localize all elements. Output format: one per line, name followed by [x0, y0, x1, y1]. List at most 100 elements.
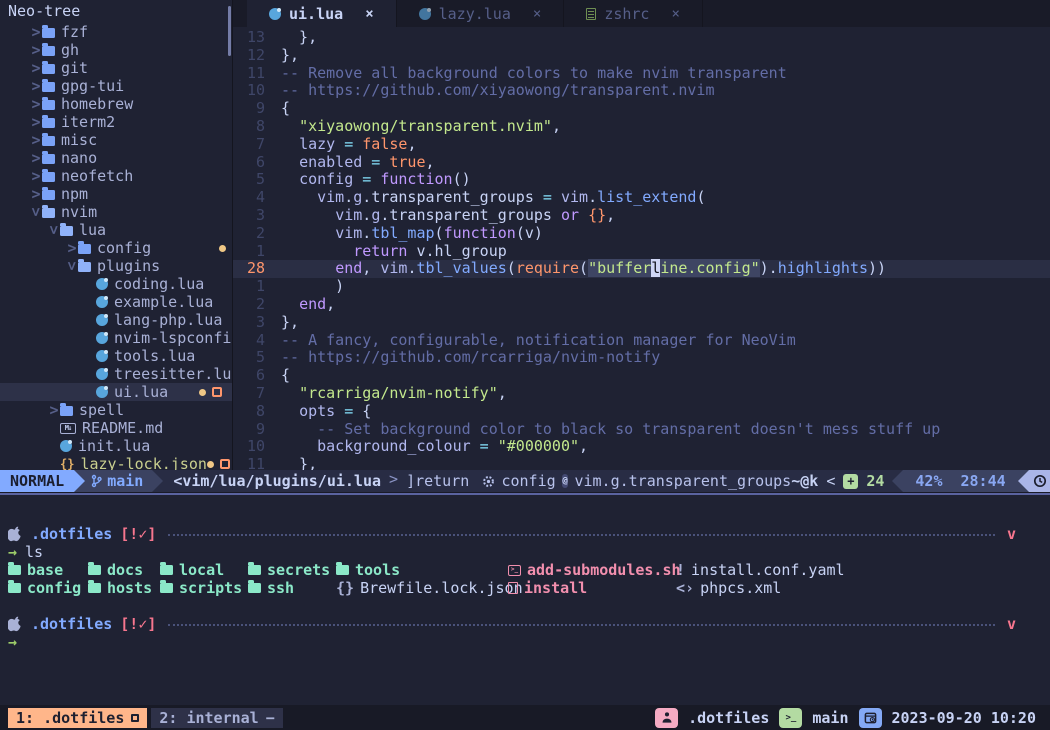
tree-item-fzf[interactable]: > fzf: [0, 23, 232, 41]
tree-item-nano[interactable]: >nano: [0, 149, 232, 167]
chevron-right-icon[interactable]: >: [30, 113, 42, 131]
tree-item-README.md[interactable]: >M↓README.md: [0, 419, 232, 437]
tree-item-misc[interactable]: >misc: [0, 131, 232, 149]
chevron-right-icon[interactable]: >: [48, 401, 60, 419]
tree-item-gh[interactable]: >gh: [0, 41, 232, 59]
chevron-right-icon[interactable]: >: [66, 239, 78, 257]
tree-item-treesitter.lua[interactable]: >treesitter.lua: [0, 365, 232, 383]
tree-item-npm[interactable]: >npm: [0, 185, 232, 203]
tmux-window-2-internal[interactable]: 2: internal−: [151, 708, 282, 728]
line-number: 9: [233, 421, 265, 439]
tree-item-git[interactable]: >git: [0, 59, 232, 77]
command-line[interactable]: →: [0, 633, 1050, 651]
sidebar-scrollbar[interactable]: [228, 6, 231, 56]
code-line[interactable]: 7 lazy = false,: [233, 136, 1050, 154]
tab-lazy.lua[interactable]: lazy.lua×: [397, 0, 565, 27]
code-line[interactable]: 6{: [233, 367, 1050, 385]
code-line[interactable]: 10 background_colour = "#000000",: [233, 438, 1050, 456]
code-token: -- Remove all background colors to make …: [281, 64, 787, 82]
tree-item-lang-php.lua[interactable]: >lang-php.lua: [0, 311, 232, 329]
code-token: function: [380, 170, 452, 188]
tree-item-neofetch[interactable]: >neofetch: [0, 167, 232, 185]
lua-icon: [96, 368, 108, 380]
code-line[interactable]: 13 },: [233, 29, 1050, 47]
code-line[interactable]: 11 },: [233, 456, 1050, 470]
close-icon[interactable]: ×: [671, 6, 679, 22]
code-line[interactable]: 28 end, vim.tbl_values(require("bufferli…: [233, 260, 1050, 278]
tree-item-tools.lua[interactable]: >tools.lua: [0, 347, 232, 365]
code-line[interactable]: 4 vim.g.transparent_groups = vim.list_ex…: [233, 189, 1050, 207]
tree-item-lazy-lock.json[interactable]: >{}lazy-lock.json: [0, 455, 232, 470]
close-icon[interactable]: ×: [533, 6, 541, 22]
shell-pane[interactable]: .dotfiles [!✓] v → ls basedocslocalsecre…: [0, 495, 1050, 705]
tree-item-label: nvim-lspconfig.: [114, 329, 233, 347]
code-token: ,: [362, 259, 380, 277]
tree-item-config[interactable]: >config: [0, 239, 232, 257]
tab-zshrc[interactable]: zshrc×: [564, 0, 703, 27]
tree-item-example.lua[interactable]: >example.lua: [0, 293, 232, 311]
doc-file-icon: [586, 8, 596, 20]
chevron-right-icon[interactable]: >: [30, 95, 42, 113]
code-line[interactable]: 2 vim.tbl_map(function(v): [233, 225, 1050, 243]
chevron-right-icon[interactable]: >: [30, 149, 42, 167]
tree-item-nvim-lspconfig.[interactable]: >nvim-lspconfig.: [0, 329, 232, 347]
code-token: ,: [552, 117, 561, 135]
chevron-right-icon[interactable]: >: [30, 41, 42, 59]
tree-item-label: lua: [79, 221, 106, 239]
line-number: 28: [233, 260, 265, 278]
folder-icon: [42, 28, 55, 38]
code-line[interactable]: 2 end,: [233, 296, 1050, 314]
code-line[interactable]: 9{: [233, 100, 1050, 118]
code-token: (): [453, 170, 471, 188]
code-line[interactable]: 8 opts = {: [233, 403, 1050, 421]
code-line[interactable]: 6 enabled = true,: [233, 154, 1050, 172]
tab-ui.lua[interactable]: ui.lua×: [247, 0, 397, 27]
tree-item-coding.lua[interactable]: >coding.lua: [0, 275, 232, 293]
ls-entry-phpcs.xml: <›phpcs.xml: [676, 579, 781, 597]
code-line[interactable]: 3 vim.g.transparent_groups or {},: [233, 207, 1050, 225]
tree-item-spell[interactable]: > spell: [0, 401, 232, 419]
code-line[interactable]: 11-- Remove all background colors to mak…: [233, 65, 1050, 83]
tree-item-homebrew[interactable]: >homebrew: [0, 95, 232, 113]
code-token: ine.config": [660, 259, 759, 277]
code-line[interactable]: 10-- https://github.com/xiyaowong/transp…: [233, 82, 1050, 100]
code-line[interactable]: 1 ): [233, 278, 1050, 296]
folder-icon: [60, 406, 73, 416]
tree-item-init.lua[interactable]: >init.lua: [0, 437, 232, 455]
chevron-right-icon[interactable]: >: [30, 77, 42, 95]
chevron-right-icon[interactable]: >: [30, 167, 42, 185]
chevron-right-icon[interactable]: >: [30, 185, 42, 203]
ls-entry-ssh: ssh: [248, 579, 294, 597]
tree-item-lua[interactable]: >lua: [0, 221, 232, 239]
code-line[interactable]: 4-- A fancy, configurable, notification …: [233, 332, 1050, 350]
folder-icon: [42, 82, 55, 92]
tree-item-nvim[interactable]: >nvim: [0, 203, 232, 221]
chevron-right-icon[interactable]: >: [30, 131, 42, 149]
code-line[interactable]: 12},: [233, 47, 1050, 65]
code-line[interactable]: 1 return v.hl_group: [233, 243, 1050, 261]
tree-item-label: fzf: [61, 23, 88, 41]
tree-item-ui.lua[interactable]: >ui.lua: [0, 383, 232, 401]
tmux-session-name: .dotfiles: [688, 709, 769, 727]
code-line[interactable]: 5 config = function(): [233, 171, 1050, 189]
tree-item-label: spell: [79, 401, 124, 419]
ls-entry-hosts: hosts: [88, 579, 152, 597]
chevron-right-icon[interactable]: >: [30, 59, 42, 77]
close-icon[interactable]: ×: [365, 6, 373, 22]
line-number: 5: [233, 349, 265, 367]
shell-prompt: .dotfiles [!✓] v: [0, 615, 1050, 633]
code-line[interactable]: 7 "rcarriga/nvim-notify",: [233, 385, 1050, 403]
code-text: enabled = true,: [281, 154, 435, 172]
powerline-separator: [1018, 470, 1029, 492]
code-line[interactable]: 8 "xiyaowong/transparent.nvim",: [233, 118, 1050, 136]
code-line[interactable]: 5-- https://github.com/rcarriga/nvim-not…: [233, 349, 1050, 367]
tree-item-plugins[interactable]: >plugins: [0, 257, 232, 275]
tree-item-gpg-tui[interactable]: >gpg-tui: [0, 77, 232, 95]
chevron-right-icon[interactable]: >: [30, 23, 42, 41]
code-line[interactable]: 3},: [233, 314, 1050, 332]
tmux-window-1-dotfiles[interactable]: 1: .dotfiles: [8, 708, 147, 728]
code-line[interactable]: 9 -- Set background color to black so tr…: [233, 421, 1050, 439]
code-token: [281, 188, 317, 206]
code-token: function: [444, 224, 516, 242]
tree-item-iterm2[interactable]: >iterm2: [0, 113, 232, 131]
